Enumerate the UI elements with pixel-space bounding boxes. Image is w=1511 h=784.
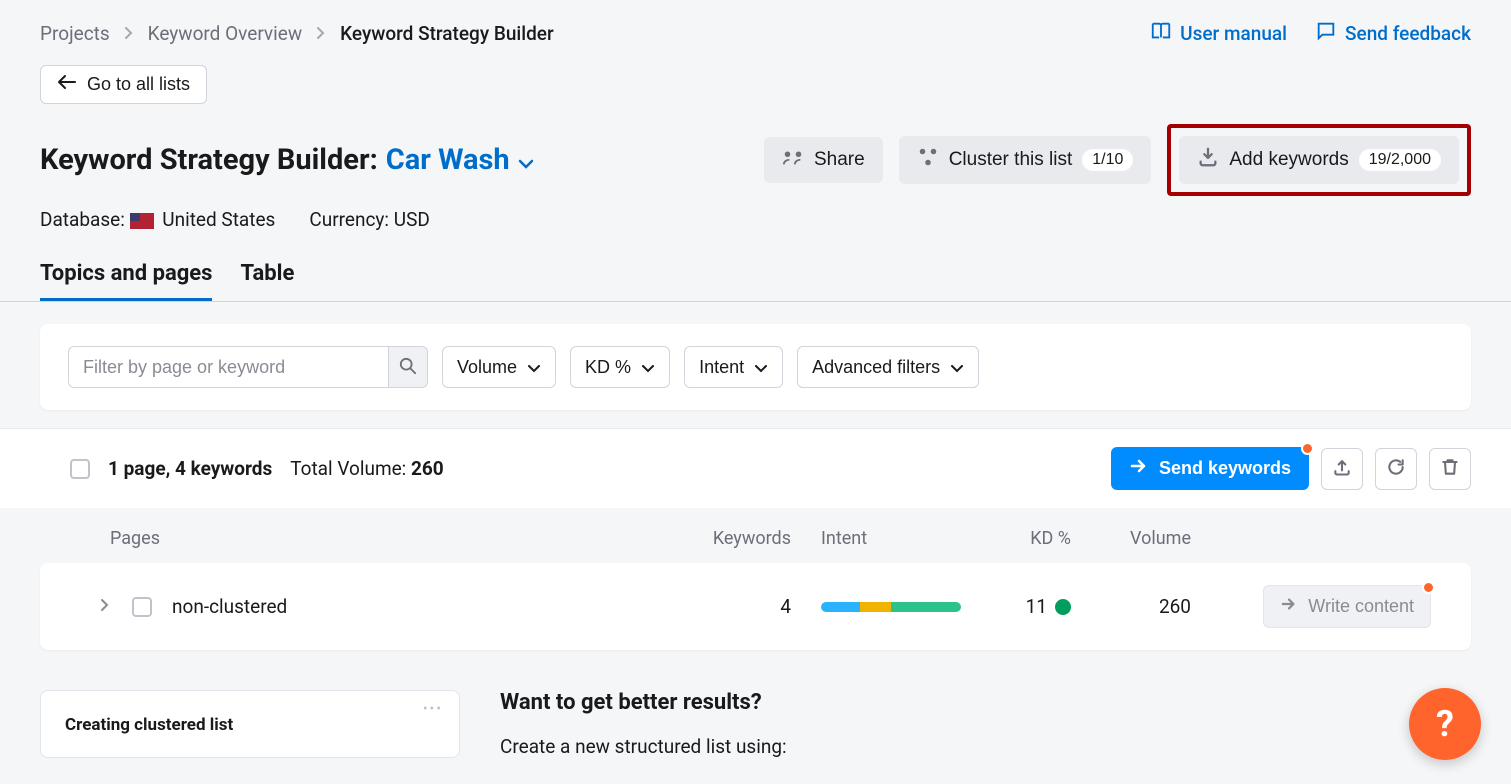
user-manual-link[interactable]: User manual (1150, 20, 1287, 47)
chevron-right-icon (124, 22, 134, 45)
expand-row-button[interactable] (100, 598, 110, 616)
add-keywords-button[interactable]: Add keywords 19/2,000 (1179, 136, 1459, 184)
breadcrumb: Projects Keyword Overview Keyword Strate… (40, 22, 554, 45)
tab-topics-and-pages[interactable]: Topics and pages (40, 261, 212, 302)
intent-filter[interactable]: Intent (684, 346, 783, 388)
filter-panel: Volume KD % Intent Advanced filters (40, 324, 1471, 410)
share-button[interactable]: Share (764, 137, 883, 183)
go-to-all-lists-button[interactable]: Go to all lists (40, 65, 207, 104)
add-keywords-badge: 19/2,000 (1359, 149, 1441, 171)
search-icon (399, 357, 417, 378)
cluster-label: Cluster this list (949, 149, 1073, 171)
chat-icon (1315, 20, 1337, 47)
share-icon (782, 147, 804, 173)
row-volume: 260 (1071, 595, 1221, 618)
notification-dot (1422, 581, 1435, 594)
promo-card: ••• Creating clustered list (40, 690, 460, 758)
share-label: Share (814, 149, 865, 171)
send-icon (1280, 596, 1298, 617)
volume-filter[interactable]: Volume (442, 346, 556, 388)
window-dots-icon: ••• (423, 701, 443, 717)
chevron-down-icon (641, 357, 655, 378)
crumb-current: Keyword Strategy Builder (340, 22, 554, 45)
page-title-prefix: Keyword Strategy Builder: (40, 143, 378, 177)
send-feedback-label: Send feedback (1345, 22, 1471, 45)
us-flag-icon (130, 213, 154, 229)
chevron-down-icon (754, 357, 768, 378)
cluster-icon (917, 146, 939, 174)
row-checkbox[interactable] (132, 597, 152, 617)
notification-dot (1301, 442, 1314, 455)
col-volume: Volume (1071, 528, 1221, 549)
cluster-button[interactable]: Cluster this list 1/10 (899, 136, 1152, 184)
pages-keywords-count: 1 page, 4 keywords (108, 457, 272, 480)
select-all-checkbox[interactable] (70, 459, 90, 479)
trash-icon (1440, 457, 1460, 480)
download-icon (1197, 146, 1219, 174)
chevron-down-icon (527, 357, 541, 378)
promo-sub: Create a new structured list using: (500, 735, 787, 758)
search-button[interactable] (388, 346, 428, 388)
col-kd: KD % (961, 528, 1071, 549)
go-to-all-lists-label: Go to all lists (87, 74, 190, 95)
database-meta: Database: United States (40, 208, 275, 231)
refresh-icon (1386, 457, 1406, 480)
write-content-label: Write content (1308, 596, 1414, 617)
row-keywords: 4 (671, 595, 791, 618)
delete-button[interactable] (1429, 448, 1471, 490)
chevron-down-icon (518, 143, 534, 177)
kd-indicator-dot (1055, 599, 1071, 615)
add-keywords-highlight: Add keywords 19/2,000 (1167, 124, 1471, 196)
row-kd: 11 (961, 595, 1071, 618)
currency-meta: Currency: USD (309, 208, 429, 231)
col-intent: Intent (791, 528, 961, 549)
table-row: non-clustered 4 11 260 Write content (40, 563, 1471, 650)
promo-heading: Want to get better results? (500, 690, 787, 715)
filter-search-input[interactable] (68, 346, 388, 388)
user-manual-label: User manual (1180, 22, 1287, 45)
chevron-down-icon (950, 357, 964, 378)
send-keywords-button[interactable]: Send keywords (1111, 447, 1309, 490)
send-feedback-link[interactable]: Send feedback (1315, 20, 1471, 47)
col-pages: Pages (110, 528, 671, 549)
book-icon (1150, 20, 1172, 47)
send-keywords-label: Send keywords (1159, 458, 1291, 479)
arrow-left-icon (57, 74, 77, 95)
crumb-projects[interactable]: Projects (40, 22, 110, 45)
list-name-dropdown[interactable]: Car Wash (386, 143, 534, 177)
row-name: non-clustered (172, 595, 671, 618)
help-fab[interactable]: ? (1409, 688, 1481, 760)
cluster-badge: 1/10 (1082, 149, 1133, 171)
total-volume: Total Volume: 260 (290, 457, 444, 480)
row-intent (791, 602, 961, 612)
col-keywords: Keywords (671, 528, 791, 549)
advanced-filters[interactable]: Advanced filters (797, 346, 979, 388)
refresh-button[interactable] (1375, 448, 1417, 490)
list-name: Car Wash (386, 143, 510, 177)
send-icon (1129, 457, 1149, 480)
add-keywords-label: Add keywords (1229, 149, 1348, 171)
tab-table[interactable]: Table (240, 261, 294, 301)
chevron-right-icon (316, 22, 326, 45)
export-button[interactable] (1321, 448, 1363, 490)
promo-card-title: Creating clustered list (65, 715, 435, 735)
kd-filter[interactable]: KD % (570, 346, 670, 388)
upload-icon (1332, 457, 1352, 480)
table-header: Pages Keywords Intent KD % Volume (40, 508, 1471, 563)
write-content-button[interactable]: Write content (1263, 585, 1431, 628)
crumb-overview[interactable]: Keyword Overview (148, 22, 302, 45)
